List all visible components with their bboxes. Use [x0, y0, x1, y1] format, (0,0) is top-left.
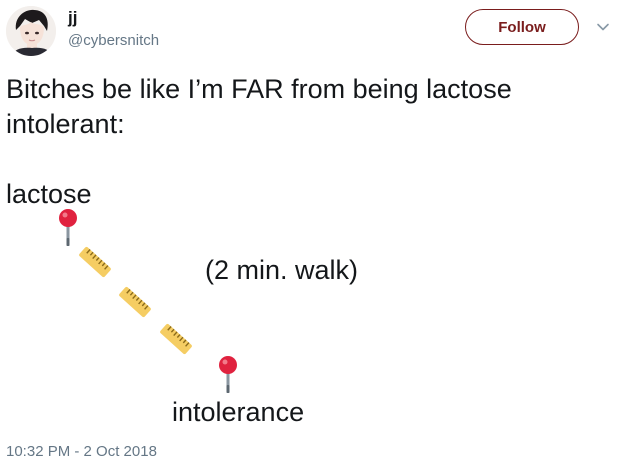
- ruler-icon: [79, 246, 111, 278]
- tweet-text: Bitches be like I’m FAR from being lacto…: [6, 74, 512, 139]
- pushpin-end-icon: [219, 356, 237, 393]
- avatar-image: [6, 6, 56, 56]
- ruler-icon: [160, 323, 192, 355]
- tweet-timestamp[interactable]: 10:32 PM - 2 Oct 2018: [6, 443, 157, 460]
- display-name[interactable]: jj: [68, 8, 77, 28]
- pushpin-start-icon: [59, 209, 77, 246]
- label-intolerance: intolerance: [172, 397, 305, 427]
- label-distance: (2 min. walk): [205, 255, 359, 285]
- follow-button[interactable]: Follow: [465, 9, 579, 45]
- user-handle[interactable]: @cybersnitch: [68, 32, 159, 49]
- avatar[interactable]: [6, 6, 56, 56]
- ruler-icon: [119, 286, 151, 318]
- label-lactose: lactose: [6, 179, 92, 209]
- chevron-down-icon[interactable]: [596, 20, 610, 34]
